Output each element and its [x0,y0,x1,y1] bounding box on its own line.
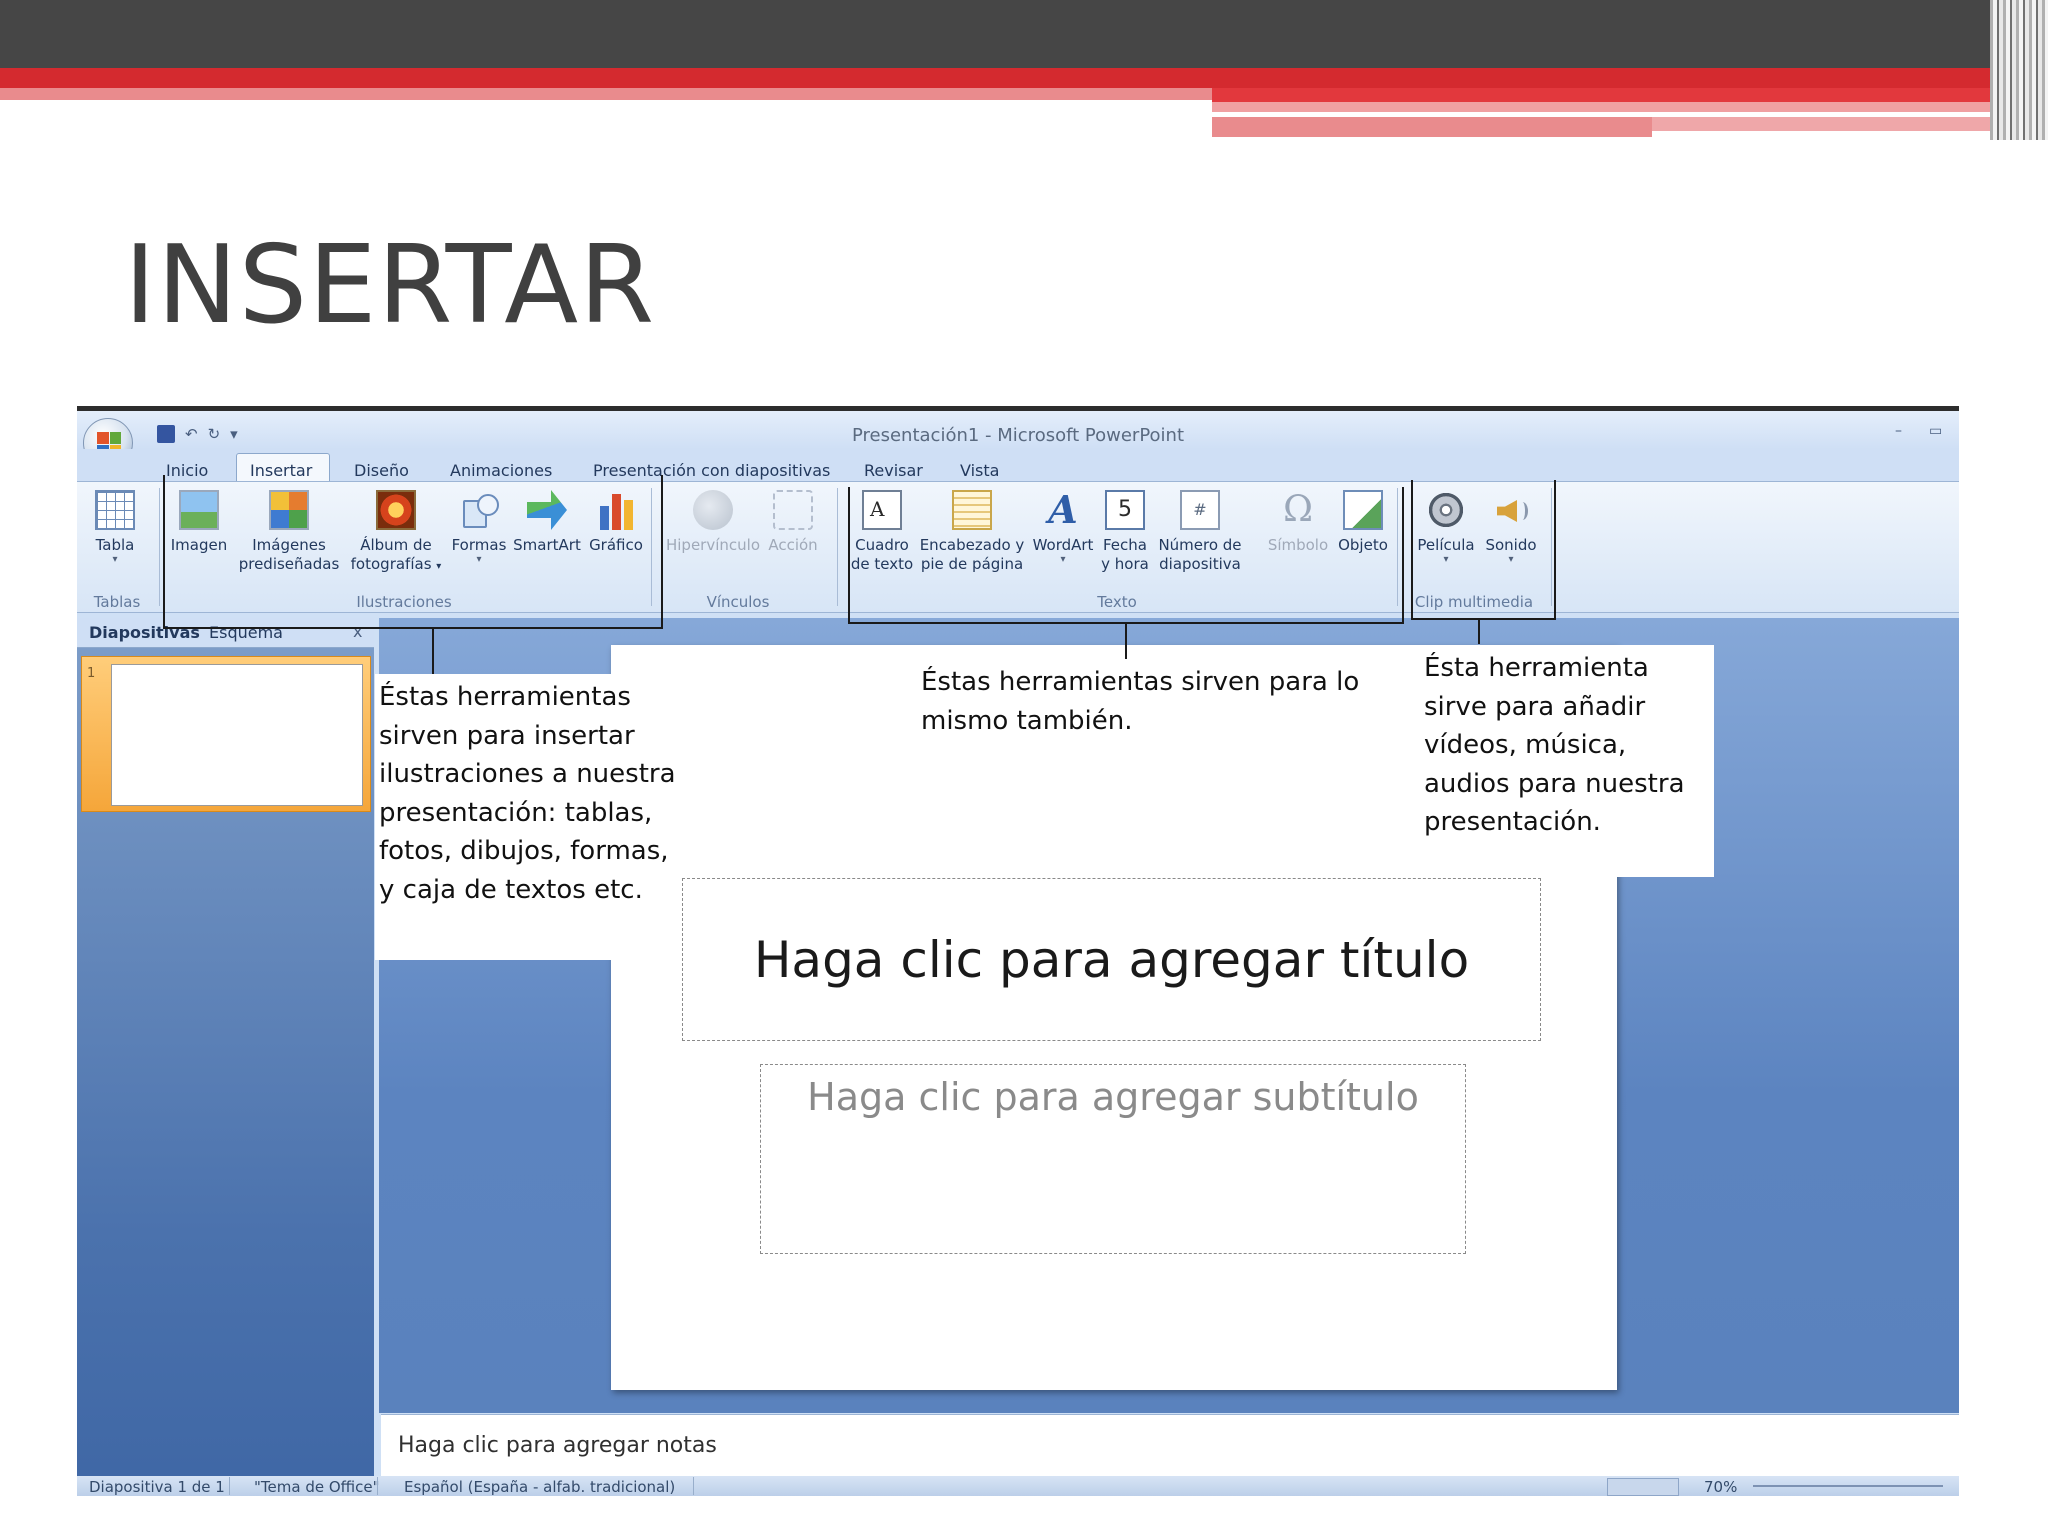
slide-accent-band-right [1212,88,2012,102]
dropdown-arrow-icon: ▾ [112,554,118,565]
restore-button[interactable]: ▭ [1929,423,1942,439]
status-separator [693,1477,694,1495]
slide-thumbnail[interactable] [111,664,363,806]
callout-texto: Éstas herramientas sirven para lo mismo … [921,667,1360,736]
callout-multimedia: Ésta herramienta sirve para añadir vídeo… [1420,645,1714,877]
bracket-clip-multimedia [1411,480,1556,620]
window-title: Presentación1 - Microsoft PowerPoint [851,425,1185,446]
status-theme: "Tema de Office" [254,1478,380,1496]
slide-accent-band-right-light [1212,102,2012,112]
tabla-button[interactable]: Tabla ▾ [83,490,147,565]
group-label-vinculos: Vínculos [706,593,770,611]
hipervinculo-label: Hipervínculo [665,536,760,554]
bracket-texto [848,487,1404,624]
bracket-ilustraciones [163,475,663,629]
group-separator [837,488,838,606]
slide-title: INSERTAR [124,223,656,348]
view-buttons[interactable] [1607,1478,1679,1496]
pointer-line-ilustraciones [432,629,434,674]
slide-accent-band-lower-right [1652,117,2022,131]
slide-accent-band-lower [1212,117,1652,137]
zoom-slider[interactable] [1753,1485,1943,1487]
slide-accent-band-light [0,88,1212,100]
table-icon [95,490,135,530]
status-bar: Diapositiva 1 de 1 "Tema de Office" Espa… [77,1476,1959,1496]
status-slide-info: Diapositiva 1 de 1 [89,1478,225,1496]
minimize-button[interactable]: – [1895,423,1902,439]
group-label-tablas: Tablas [93,593,141,611]
pointer-line-clip-multimedia [1478,620,1480,644]
notes-pane[interactable]: Haga clic para agregar notas [381,1414,1959,1476]
tab-vista[interactable]: Vista [960,461,999,480]
group-separator [159,488,160,606]
status-separator [377,1477,378,1495]
pointer-line-texto [1125,624,1127,659]
status-separator [229,1477,230,1495]
slide-accent-band [0,68,2048,88]
slide-header-band [0,0,2048,68]
callout-ilustraciones: Éstas herramientas sirven para insertar … [375,674,680,960]
status-language[interactable]: Español (España - alfab. tradicional) [404,1478,675,1496]
accion-button[interactable]: Acción [765,490,821,555]
hyperlink-icon [693,490,733,530]
subtitle-placeholder[interactable]: Haga clic para agregar subtítulo [760,1064,1466,1254]
hipervinculo-button[interactable]: Hipervínculo [664,490,762,555]
tabla-label: Tabla [95,536,135,554]
slide-thumbnail-number: 1 [87,666,96,681]
accion-label: Acción [768,536,818,554]
title-bar: ↶ ↻ ▾ Presentación1 - Microsoft PowerPoi… [77,411,1959,449]
slide-corner-stripes [1990,0,2048,140]
title-placeholder[interactable]: Haga clic para agregar título [682,878,1541,1041]
tab-revisar[interactable]: Revisar [864,461,923,480]
status-zoom[interactable]: 70% [1704,1478,1737,1496]
slides-pane: Diapositivas Esquema x 1 [77,618,374,1496]
action-icon [773,490,813,530]
